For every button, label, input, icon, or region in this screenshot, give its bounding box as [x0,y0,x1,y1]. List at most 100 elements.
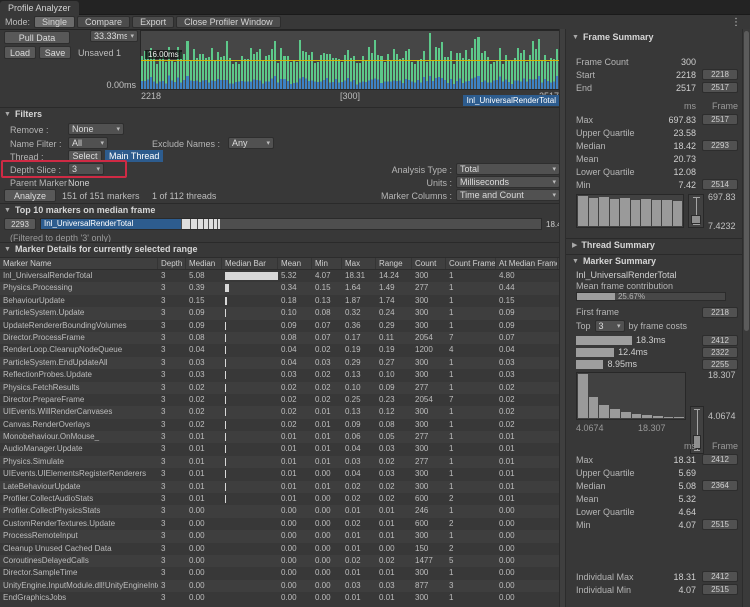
table-row[interactable]: UpdateRendererBoundingVolumes30.090.090.… [0,320,559,332]
frame-button[interactable]: 2218 [702,69,738,80]
table-row[interactable]: Director.SampleTime30.000.000.000.010.01… [0,567,559,579]
top10-marker-segment[interactable] [191,219,197,229]
mode-compare-button[interactable]: Compare [77,16,130,28]
table-cell: 1 [446,567,496,579]
top10-marker-segment[interactable] [204,219,208,229]
frame-button[interactable]: 2412 [702,571,738,582]
table-row[interactable]: UIEvents.UIElementsRegisterRenderers30.0… [0,468,559,480]
exclude-names-dropdown[interactable]: Any ▾ [228,137,274,149]
table-row[interactable]: UnityEngine.InputModule.dll!UnityEngineI… [0,580,559,592]
top-n-dropdown[interactable]: 3 ▾ [595,320,625,332]
table-row[interactable]: ParticleSystem.EndUpdateAll30.030.040.03… [0,357,559,369]
column-header[interactable]: At Median Frame [496,258,558,269]
frame-time-graph[interactable]: 16.00ms [140,30,560,90]
filters-header[interactable]: ▼ Filters [4,109,42,119]
table-row[interactable]: Monobehaviour.OnMouse_30.010.010.010.060… [0,431,559,443]
foldout-icon: ▼ [572,258,579,265]
frame-button[interactable]: 2412 [702,454,738,465]
mode-single-button[interactable]: Single [34,16,75,28]
thread-value-chip[interactable]: Main Thread [105,150,163,162]
name-filter-dropdown[interactable]: All ▾ [68,137,108,149]
export-button[interactable]: Export [132,16,174,28]
table-row[interactable]: Cleanup Unused Cached Data30.000.000.000… [0,543,559,555]
table-row[interactable]: Profiler.CollectAudioStats30.010.010.000… [0,493,559,505]
top10-frame-button[interactable]: 2293 [4,218,36,230]
right-scrollbar[interactable] [742,29,750,607]
table-row[interactable]: Physics.FetchResults30.020.020.020.100.0… [0,382,559,394]
table-row[interactable]: AudioManager.Update30.010.010.010.040.03… [0,443,559,455]
column-header[interactable]: Count [412,258,446,269]
top10-header[interactable]: ▼ Top 10 markers on median frame [4,205,155,215]
threads-status: 1 of 112 threads [152,191,216,201]
panel-splitter[interactable] [559,29,566,607]
column-header[interactable]: Mean [278,258,312,269]
frame-button[interactable]: 2517 [702,114,738,125]
table-row[interactable]: UIEvents.WillRenderCanvases30.020.020.01… [0,406,559,418]
median-bar-cell [222,332,278,344]
column-header[interactable]: Median [186,258,222,269]
column-header[interactable]: Count Frame [446,258,496,269]
table-row[interactable]: Canvas.RenderOverlays30.020.020.010.090.… [0,419,559,431]
top10-selected-segment[interactable]: Inl_UniversalRenderTotal [41,219,181,229]
remove-dropdown[interactable]: None ▾ [68,123,124,135]
first-frame-button[interactable]: 2218 [702,307,738,318]
summary-stat-row: Upper Quartile5.69 [576,466,738,479]
top10-marker-segment[interactable] [198,219,203,229]
table-row[interactable]: EndGraphicsJobs30.000.000.000.010.013001… [0,592,559,604]
table-row[interactable]: Physics.Processing30.390.340.151.641.492… [0,282,559,294]
frame-summary-header[interactable]: ▼ Frame Summary [572,32,653,42]
table-row[interactable]: LateBehaviourUpdate30.010.010.010.020.02… [0,481,559,493]
pull-data-button[interactable]: Pull Data [4,31,70,44]
units-dropdown[interactable]: Milliseconds ▾ [456,176,560,188]
close-profiler-button[interactable]: Close Profiler Window [176,16,281,28]
column-header[interactable]: Max [342,258,376,269]
selected-marker-chip[interactable]: Inl_UniversalRenderTotal [463,95,560,106]
table-row[interactable]: BehaviourUpdate30.150.180.131.871.743001… [0,295,559,307]
thread-select-button[interactable]: Select [68,150,102,162]
table-row[interactable]: Inl_UniversalRenderTotal35.085.324.0718.… [0,270,559,282]
top10-marker-segment[interactable] [214,219,217,229]
save-button[interactable]: Save [39,46,71,59]
kebab-menu-icon[interactable]: ⋮ [727,17,745,28]
graph-scale-dropdown[interactable]: 33.33ms ▾ [90,30,138,42]
table-row[interactable]: ProcessRemoteInput30.000.000.000.010.013… [0,530,559,542]
analyze-button[interactable]: Analyze [4,189,56,202]
table-row[interactable]: Profiler.CollectPhysicsStats30.000.000.0… [0,505,559,517]
table-row[interactable]: Director.ProcessFrame30.080.080.070.170.… [0,332,559,344]
table-cell: 0.08 [312,307,342,319]
top10-bar[interactable]: Inl_UniversalRenderTotal [40,218,542,230]
table-row[interactable]: Physics.Simulate30.010.010.010.030.02277… [0,456,559,468]
table-row[interactable]: CustomRenderTextures.Update30.000.000.00… [0,518,559,530]
frame-button[interactable]: 2255 [702,359,738,370]
frame-button[interactable]: 2515 [702,519,738,530]
frame-button[interactable]: 2514 [702,179,738,190]
thread-summary-header[interactable]: ▶ Thread Summary [572,240,655,250]
column-header[interactable]: Median Bar [222,258,278,269]
frame-button[interactable]: 2293 [702,140,738,151]
column-header[interactable]: Marker Name [0,258,158,269]
frame-button[interactable]: 2322 [702,347,738,358]
tab-profile-analyzer[interactable]: Profile Analyzer [0,1,79,15]
table-row[interactable]: CoroutinesDelayedCalls30.000.000.000.020… [0,555,559,567]
top10-marker-segment[interactable] [209,219,213,229]
table-row[interactable]: ParticleSystem.Update30.090.100.080.320.… [0,307,559,319]
frame-button[interactable]: 2364 [702,480,738,491]
column-header[interactable]: Depth [158,258,186,269]
top10-marker-segment[interactable] [218,219,221,229]
column-header[interactable]: Min [312,258,342,269]
scrollbar-thumb[interactable] [744,31,749,331]
table-row[interactable]: Director.PrepareFrame30.020.020.020.250.… [0,394,559,406]
marker-summary-header[interactable]: ▼ Marker Summary [572,256,656,266]
frame-button[interactable]: 2517 [702,82,738,93]
table-row[interactable]: ReflectionProbes.Update30.030.030.020.13… [0,369,559,381]
load-button[interactable]: Load [4,46,36,59]
depth-slice-dropdown[interactable]: 3 ▾ [68,163,104,175]
details-header[interactable]: ▼ Marker Details for currently selected … [4,244,198,254]
marker-columns-dropdown[interactable]: Time and Count ▾ [456,189,560,201]
analysis-type-dropdown[interactable]: Total ▾ [456,163,560,175]
table-row[interactable]: RenderLoop.CleanupNodeQueue30.040.040.02… [0,344,559,356]
column-header[interactable]: Range [376,258,412,269]
top10-marker-segment[interactable] [182,219,190,229]
frame-button[interactable]: 2515 [702,584,738,595]
frame-button[interactable]: 2412 [702,335,738,346]
